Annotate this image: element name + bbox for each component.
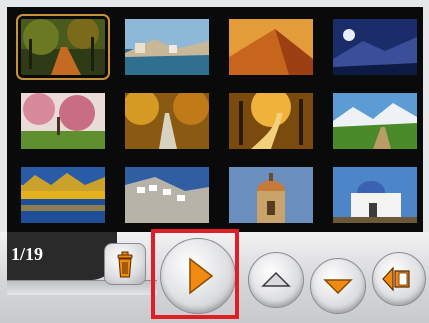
- highlight-box: [151, 229, 239, 319]
- thumbnail-11[interactable]: [229, 167, 313, 223]
- app-frame: 1/19: [0, 0, 429, 323]
- thumbnail-8[interactable]: [333, 93, 417, 149]
- thumbnail-6[interactable]: [125, 93, 209, 149]
- back-icon: [382, 266, 410, 292]
- thumbnail-4[interactable]: [333, 19, 417, 75]
- trash-icon: [117, 251, 133, 278]
- thumbnail-5[interactable]: [21, 93, 105, 149]
- arrow-down-icon: [323, 279, 353, 295]
- thumbnail-7[interactable]: [229, 93, 313, 149]
- thumbnail-9[interactable]: [21, 167, 105, 223]
- thumbnail-1[interactable]: [16, 14, 110, 80]
- thumbnail-grid: [7, 7, 423, 232]
- next-button[interactable]: [310, 258, 366, 314]
- thumbnail-10[interactable]: [125, 167, 209, 223]
- delete-button[interactable]: [104, 243, 146, 285]
- thumbnail-3[interactable]: [229, 19, 313, 75]
- back-button[interactable]: [372, 252, 426, 306]
- thumbnail-2[interactable]: [125, 19, 209, 75]
- arrow-up-icon: [261, 271, 291, 287]
- thumbnail-12[interactable]: [333, 167, 417, 223]
- image-counter: 1/19: [11, 244, 44, 264]
- previous-button[interactable]: [248, 252, 304, 308]
